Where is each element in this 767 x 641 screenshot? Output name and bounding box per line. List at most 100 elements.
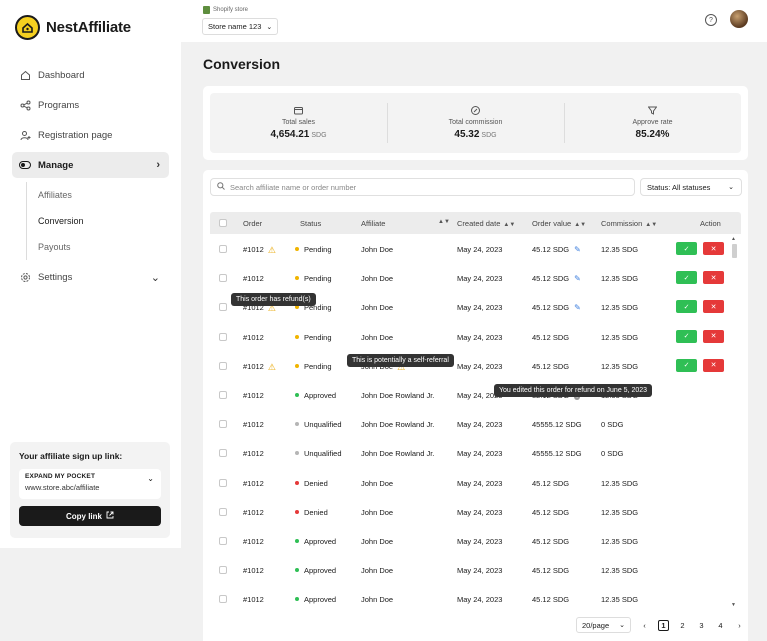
col-value[interactable]: Order value ▲▼ [532,219,586,228]
page-3[interactable]: 3 [696,620,707,631]
table-row[interactable]: #1012 Pending John Doe May 24, 2023 45.12 SD… [210,263,741,292]
order-cell[interactable]: #1012 [243,479,264,488]
order-cell[interactable]: #1012 [243,391,264,400]
copy-link-button[interactable]: Copy link [19,506,161,526]
table-row[interactable]: #1012 Denied John Doe May 24, 2023 45.12 SDG… [210,468,741,497]
edit-icon[interactable]: ✎ [574,274,581,283]
order-cell[interactable]: #1012 [243,420,264,429]
scroll-up-icon[interactable]: ▲ [731,236,736,242]
select-all-checkbox[interactable] [219,219,227,227]
row-checkbox[interactable] [219,303,227,312]
order-cell[interactable]: #1012 [243,566,264,575]
table-row[interactable]: #1012 Approved John Doe May 24, 2023 45.12 S… [210,526,741,555]
status-label: Unqualified [304,449,342,459]
order-cell[interactable]: #1012 [243,449,264,458]
approve-button[interactable]: ✓ [676,242,697,255]
signup-store-select[interactable]: EXPAND MY POCKET www.store.abc/affiliate… [19,469,161,499]
sidebar-item-programs[interactable]: Programs [12,92,169,118]
approve-button[interactable]: ✓ [676,358,697,372]
row-checkbox[interactable] [219,595,227,604]
order-cell[interactable]: #1012 [243,333,264,342]
edit-icon[interactable]: ✎ [574,303,581,312]
order-cell[interactable]: #1012 [243,508,264,517]
deny-button[interactable]: ✕ [703,329,724,343]
row-checkbox[interactable] [219,391,227,399]
affiliate-cell[interactable]: John Doe Rowland Jr. [361,449,434,458]
sidebar-item-settings[interactable]: Settings ⌄ [12,264,169,290]
col-commission[interactable]: Commission ▲▼ [601,219,657,228]
affiliate-cell[interactable]: John Doe [361,566,393,575]
deny-button[interactable]: ✕ [703,242,724,255]
row-checkbox[interactable] [219,245,227,253]
warning-icon[interactable]: ⚠ [268,362,276,373]
deny-button[interactable]: ✕ [703,271,724,285]
table-row[interactable]: #1012 Approved John Doe Rowland Jr. May 24,… [210,380,741,409]
created-date: May 24, 2023 [457,537,503,546]
page-1[interactable]: 1 [658,619,669,631]
warning-icon[interactable]: ⚠ [268,245,276,256]
row-checkbox[interactable] [219,420,227,429]
sidebar-subitem-conversion[interactable]: Conversion [38,208,169,234]
avatar[interactable] [730,10,748,28]
sidebar-item-manage[interactable]: Manage › [12,152,169,178]
row-checkbox[interactable] [219,566,227,575]
affiliate-cell[interactable]: John Doe [361,479,393,488]
row-checkbox[interactable] [219,537,227,545]
affiliate-cell[interactable]: John Doe [361,595,393,604]
approve-button[interactable]: ✓ [676,300,697,314]
approve-button[interactable]: ✓ [676,329,697,343]
deny-button[interactable]: ✕ [703,358,724,372]
col-created[interactable]: Created date ▲▼ [457,219,515,228]
edited-tooltip: You edited this order for refund on June… [494,384,653,397]
table-row[interactable]: #1012 Pending John Doe May 24, 2023 45.12 SD… [210,322,741,351]
page-4[interactable]: 4 [715,620,726,631]
deny-button[interactable]: ✕ [703,300,724,314]
affiliate-cell[interactable]: John Doe [361,274,393,283]
table-row[interactable]: #1012 Approved John Doe May 24, 2023 45.12 S… [210,584,741,610]
scroll-thumb[interactable] [732,244,737,258]
affiliate-cell[interactable]: John Doe [361,508,393,517]
order-cell[interactable]: #1012 ⚠ [243,362,276,373]
next-page-icon[interactable]: › [734,620,745,631]
sidebar-item-registration[interactable]: Registration page [12,122,169,148]
page-2[interactable]: 2 [677,620,688,631]
row-checkbox[interactable] [219,332,227,341]
table-row[interactable]: #1012 Denied John Doe May 24, 2023 45.12 SDG… [210,497,741,526]
scroll-down-icon[interactable]: ▼ [731,602,736,608]
order-cell[interactable]: #1012 ⚠ [243,245,276,256]
sort-icon[interactable]: ▲▼ [438,219,450,225]
sidebar-subitem-payouts[interactable]: Payouts [38,234,169,260]
order-cell[interactable]: #1012 [243,537,264,546]
row-checkbox[interactable] [219,361,227,370]
page-size-select[interactable]: 20/page ⌄ [576,617,631,633]
row-checkbox[interactable] [219,274,227,283]
table-row[interactable]: #1012 Approved John Doe May 24, 2023 45.12 S… [210,555,741,584]
store-select[interactable]: Store name 123 ⌄ [202,18,279,35]
sidebar-item-dashboard[interactable]: Dashboard [12,62,169,88]
table-row[interactable]: #1012 Unqualified John Doe Rowland Jr. May … [210,409,741,438]
status-filter-select[interactable]: Status: All statuses ⌄ [640,178,742,196]
help-icon[interactable]: ? [705,14,717,26]
search-input[interactable]: Search affiliate name or order number [210,178,635,196]
brand-logo[interactable]: NestAffiliate [15,15,131,40]
table-row[interactable]: #1012 Unqualified John Doe Rowland Jr. May … [210,438,741,467]
row-checkbox[interactable] [219,449,227,458]
row-checkbox[interactable] [219,478,227,487]
order-cell[interactable]: #1012 [243,595,264,604]
affiliate-cell[interactable]: John Doe [361,303,393,312]
table-scrollbar[interactable]: ▲ ▼ [731,236,737,608]
approve-button[interactable]: ✓ [676,271,697,285]
edit-icon[interactable]: ✎ [574,245,581,254]
affiliate-cell[interactable]: John Doe Rowland Jr. [361,420,434,429]
affiliate-cell[interactable]: John Doe [361,245,393,254]
row-checkbox[interactable] [219,507,227,516]
affiliate-cell[interactable]: John Doe [361,333,393,342]
prev-page-icon[interactable]: ‹ [639,620,650,631]
sidebar-subitem-affiliates[interactable]: Affiliates [38,182,169,208]
order-cell[interactable]: #1012 [243,274,264,283]
affiliate-cell[interactable]: John Doe Rowland Jr. [361,391,434,400]
table-row[interactable]: #1012⚠PendingJohn Doe⚠May 24, 202345.12 … [210,351,741,380]
col-affiliate[interactable]: Affiliate [361,219,385,228]
affiliate-cell[interactable]: John Doe [361,537,393,546]
table-row[interactable]: #1012 ⚠ Pending John Doe May 24, 2023 45.12 S… [210,234,741,263]
